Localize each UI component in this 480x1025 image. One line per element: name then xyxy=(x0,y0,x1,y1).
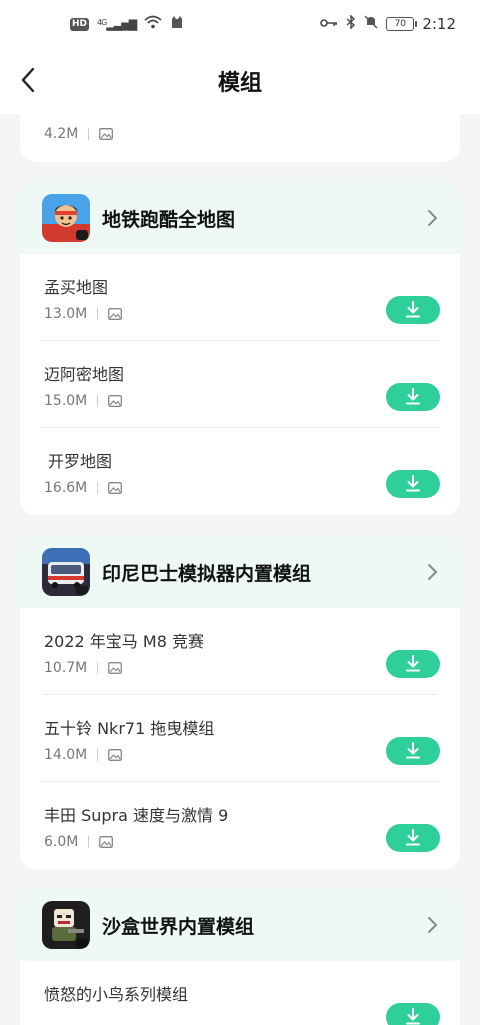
item-meta: 10.7M xyxy=(44,660,123,676)
chevron-right-icon xyxy=(428,564,437,580)
chevron-right-icon xyxy=(428,210,437,226)
status-bar: HD 4G▂▃▅▇ 70 2:12 xyxy=(0,0,480,48)
divider xyxy=(88,836,90,848)
image-icon xyxy=(99,836,114,848)
bus-simulator-icon xyxy=(42,548,90,596)
download-button[interactable] xyxy=(386,824,440,852)
list-item: 丰田 Supra 速度与激情 9 6.0M xyxy=(42,782,440,869)
download-button[interactable] xyxy=(386,470,440,498)
clock: 2:12 xyxy=(422,15,456,33)
file-size: 6.0M xyxy=(44,834,79,850)
network-type-label: 4G xyxy=(97,17,107,27)
file-size: 16.6M xyxy=(44,480,88,496)
status-bar-right: 70 2:12 xyxy=(320,14,456,33)
key-icon xyxy=(320,16,338,32)
mod-list[interactable]: 4.2M 地铁跑酷全地图 孟买地图 13.0M 迈阿密地图 15.0M 开罗地图… xyxy=(0,114,480,1025)
download-icon xyxy=(406,742,420,759)
download-button[interactable] xyxy=(386,650,440,678)
item-meta: 13.0M xyxy=(44,306,123,322)
list-item: 愤怒的小鸟系列模组 xyxy=(42,961,440,1025)
section-title: 印尼巴士模拟器内置模组 xyxy=(102,562,312,585)
hd-badge: HD xyxy=(70,17,90,31)
mod-name: 孟买地图 xyxy=(44,278,109,297)
divider xyxy=(97,308,99,320)
list-item: 孟买地图 13.0M xyxy=(42,254,440,341)
file-size: 14.0M xyxy=(44,747,88,763)
chevron-left-icon xyxy=(21,67,35,93)
mod-name: 五十铃 Nkr71 拖曳模组 xyxy=(44,719,215,738)
divider xyxy=(97,662,99,674)
mute-bell-icon xyxy=(364,15,378,33)
section-title: 地铁跑酷全地图 xyxy=(102,208,236,231)
image-icon xyxy=(108,395,123,407)
list-item: 迈阿密地图 15.0M xyxy=(42,341,440,428)
image-icon xyxy=(108,482,123,494)
back-button[interactable] xyxy=(10,62,46,98)
header: 模组 xyxy=(0,48,480,114)
download-button[interactable] xyxy=(386,737,440,765)
download-button[interactable] xyxy=(386,383,440,411)
item-meta: 4.2M xyxy=(44,126,114,142)
bluetooth-icon xyxy=(346,14,356,33)
mod-card-partial: 4.2M xyxy=(20,114,460,162)
file-size: 10.7M xyxy=(44,660,88,676)
download-icon xyxy=(406,388,420,405)
mod-name: 丰田 Supra 速度与激情 9 xyxy=(44,806,229,825)
image-icon xyxy=(99,128,114,140)
mod-name: 迈阿密地图 xyxy=(44,365,125,384)
list-item: 4.2M xyxy=(42,114,438,162)
sandbox-world-icon xyxy=(42,901,90,949)
chevron-right-icon xyxy=(428,917,437,933)
mod-card: 印尼巴士模拟器内置模组 2022 年宝马 M8 竞赛 10.7M 五十铃 Nkr… xyxy=(20,536,460,869)
mod-name: 2022 年宝马 M8 竞赛 xyxy=(44,632,204,651)
list-item: 开罗地图 16.6M xyxy=(42,428,440,515)
item-meta: 14.0M xyxy=(44,747,123,763)
divider xyxy=(97,749,99,761)
mod-card: 沙盒世界内置模组 愤怒的小鸟系列模组 xyxy=(20,889,460,1025)
divider xyxy=(97,482,99,494)
file-size: 4.2M xyxy=(44,126,79,142)
download-icon xyxy=(406,301,420,318)
status-bar-left: HD 4G▂▃▅▇ xyxy=(70,15,184,33)
battery-icon: 70 xyxy=(386,17,418,31)
section-title: 沙盒世界内置模组 xyxy=(102,915,255,938)
section-header[interactable]: 地铁跑酷全地图 xyxy=(20,182,460,254)
image-icon xyxy=(108,308,123,320)
item-meta: 15.0M xyxy=(44,393,123,409)
image-icon xyxy=(108,662,123,674)
download-button[interactable] xyxy=(386,1003,440,1025)
mod-card: 地铁跑酷全地图 孟买地图 13.0M 迈阿密地图 15.0M 开罗地图 16.6… xyxy=(20,182,460,515)
file-size: 15.0M xyxy=(44,393,88,409)
item-meta: 16.6M xyxy=(44,480,123,496)
list-item: 五十铃 Nkr71 拖曳模组 14.0M xyxy=(42,695,440,782)
section-header[interactable]: 印尼巴士模拟器内置模组 xyxy=(20,536,460,608)
notification-cat-icon xyxy=(170,15,184,33)
download-button[interactable] xyxy=(386,296,440,324)
signal-icon: 4G▂▃▅▇ xyxy=(97,17,137,31)
wifi-icon xyxy=(144,15,162,33)
download-icon xyxy=(406,829,420,846)
file-size: 13.0M xyxy=(44,306,88,322)
section-header[interactable]: 沙盒世界内置模组 xyxy=(20,889,460,961)
download-icon xyxy=(406,475,420,492)
battery-level: 70 xyxy=(394,19,407,29)
list-item: 2022 年宝马 M8 竞赛 10.7M xyxy=(42,608,440,695)
image-icon xyxy=(108,749,123,761)
divider xyxy=(88,128,90,140)
item-meta: 6.0M xyxy=(44,834,114,850)
download-icon xyxy=(406,1008,420,1025)
download-icon xyxy=(406,655,420,672)
page-title: 模组 xyxy=(217,71,262,96)
mod-name: 开罗地图 xyxy=(48,452,113,471)
mod-name: 愤怒的小鸟系列模组 xyxy=(44,985,189,1004)
subway-surfers-icon xyxy=(42,194,90,242)
divider xyxy=(97,395,99,407)
